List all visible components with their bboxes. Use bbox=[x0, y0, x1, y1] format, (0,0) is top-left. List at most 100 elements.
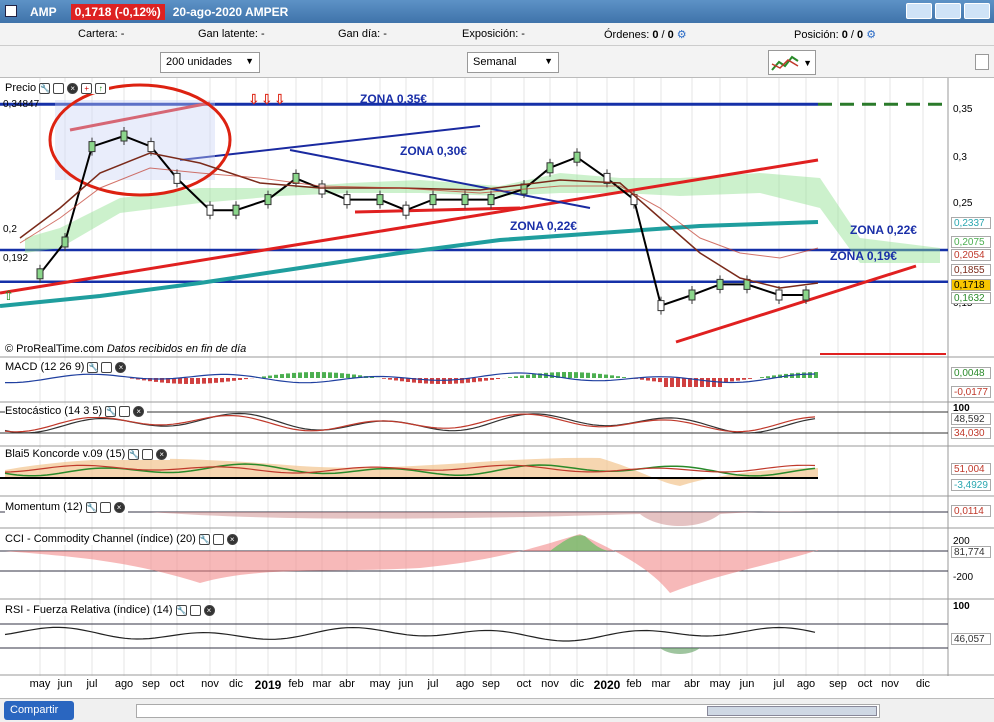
momentum-area bbox=[150, 511, 818, 526]
macd-bar bbox=[388, 378, 392, 380]
macd-bar bbox=[766, 376, 770, 378]
macd-bar bbox=[484, 378, 488, 381]
share-button[interactable]: Compartir bbox=[4, 701, 74, 720]
macd-bar bbox=[382, 378, 386, 379]
macd-bar bbox=[472, 378, 476, 383]
macd-bar bbox=[610, 375, 614, 378]
wrench-icon[interactable]: 🔧 bbox=[85, 501, 97, 513]
window-icon[interactable] bbox=[142, 448, 154, 460]
maximize-button[interactable] bbox=[935, 3, 961, 19]
close-icon[interactable]: × bbox=[203, 604, 215, 616]
wrench-icon[interactable]: 🔧 bbox=[198, 533, 210, 545]
minimize-button[interactable] bbox=[906, 3, 932, 19]
scrollbar[interactable] bbox=[136, 704, 880, 718]
candle-body bbox=[573, 151, 581, 163]
window-icon[interactable] bbox=[99, 501, 111, 513]
stoch-tag: 48,592 bbox=[951, 413, 991, 425]
rsi-line bbox=[4, 626, 816, 642]
candle-body bbox=[232, 204, 240, 216]
close-icon[interactable]: × bbox=[115, 361, 127, 373]
macd-bar bbox=[214, 378, 218, 383]
close-icon[interactable]: × bbox=[113, 501, 125, 513]
macd-bar bbox=[808, 372, 812, 378]
time-axis-label: nov bbox=[881, 678, 899, 690]
ordenes-b: 0 bbox=[667, 28, 674, 41]
time-axis-label: may bbox=[29, 678, 51, 690]
candle-body bbox=[688, 289, 696, 301]
macd-bar bbox=[604, 374, 608, 378]
stoch-label: Estocástico (14 3 5) bbox=[5, 405, 103, 417]
time-axis-label: mar bbox=[312, 678, 332, 690]
macd-bar bbox=[220, 378, 224, 383]
window-icon[interactable] bbox=[101, 361, 113, 373]
wrench-icon[interactable]: 🔧 bbox=[39, 82, 51, 94]
wrench-icon[interactable]: 🔧 bbox=[105, 405, 117, 417]
rising-trendline bbox=[675, 264, 917, 344]
close-icon[interactable]: × bbox=[156, 448, 168, 460]
time-axis-label: jun bbox=[739, 678, 755, 690]
macd-bar bbox=[592, 373, 596, 378]
sidebar-toggle[interactable] bbox=[975, 54, 989, 70]
window-icon[interactable] bbox=[212, 533, 224, 545]
macd-bar bbox=[586, 372, 590, 378]
macd-bar bbox=[550, 372, 554, 378]
time-axis-label: sep bbox=[482, 678, 500, 690]
koncorde-panel-label: Blai5 Koncorde v.09 (15) 🔧 × bbox=[5, 448, 171, 460]
time-axis-label: feb bbox=[626, 678, 642, 690]
left-value-1: 0,2 bbox=[3, 224, 17, 235]
wrench-icon[interactable]: 🔧 bbox=[87, 361, 99, 373]
close-icon[interactable]: × bbox=[133, 405, 145, 417]
share-button-label: Compartir bbox=[10, 704, 59, 716]
gear-icon[interactable]: ⚙ bbox=[677, 29, 687, 41]
zone-035: ZONA 0,35€ bbox=[360, 92, 427, 106]
down-arrow-icon: ⇩ bbox=[261, 92, 273, 108]
time-axis-label: jul bbox=[427, 678, 439, 690]
close-icon[interactable]: × bbox=[67, 82, 79, 94]
arrow-up-icon[interactable]: + bbox=[81, 82, 93, 94]
macd-bar bbox=[616, 376, 620, 378]
zone-022-right: ZONA 0,22€ bbox=[850, 223, 917, 237]
indicators-button[interactable]: ▼ bbox=[768, 50, 816, 75]
time-axis-label: dic bbox=[569, 678, 585, 690]
window-icon[interactable] bbox=[119, 405, 131, 417]
wrench-icon[interactable]: 🔧 bbox=[128, 448, 140, 460]
arrow-down-icon[interactable]: ↑ bbox=[95, 82, 107, 94]
wrench-icon[interactable]: 🔧 bbox=[175, 604, 187, 616]
price-panel-label: Precio 🔧 × + ↑ bbox=[5, 82, 110, 94]
time-axis-label: abr bbox=[684, 678, 700, 690]
rsi-tag: 46,057 bbox=[951, 633, 991, 645]
window-icon[interactable] bbox=[53, 82, 65, 94]
units-select[interactable]: 200 unidades ▼ bbox=[160, 52, 260, 73]
macd-label: MACD (12 26 9) bbox=[5, 361, 85, 373]
title-bar: AMP 0,1718 (-0,12%) 20-ago-2020 AMPER bbox=[0, 0, 994, 23]
macd-bar bbox=[622, 377, 626, 378]
ordenes-a: 0 bbox=[652, 28, 659, 41]
rsi-tick: 100 bbox=[953, 601, 970, 612]
close-button[interactable] bbox=[964, 3, 990, 19]
chevron-down-icon: ▼ bbox=[245, 56, 254, 66]
time-axis-label: oct bbox=[516, 678, 532, 690]
price-tick: 0,35 bbox=[953, 104, 973, 115]
momentum-panel-label: Momentum (12) 🔧 × bbox=[5, 501, 128, 513]
period-select[interactable]: Semanal ▼ bbox=[467, 52, 559, 73]
candle-body bbox=[461, 194, 469, 206]
macd-bar bbox=[292, 372, 296, 378]
macd-bar bbox=[310, 372, 314, 378]
macd-bar bbox=[340, 373, 344, 378]
left-value-2: 0,192 bbox=[3, 253, 29, 264]
close-icon[interactable]: × bbox=[226, 533, 238, 545]
macd-bar bbox=[322, 372, 326, 378]
gear-icon[interactable]: ⚙ bbox=[866, 29, 876, 41]
exposicion: Exposición: - bbox=[462, 28, 525, 40]
units-select-value: 200 unidades bbox=[166, 56, 233, 68]
time-axis-label: jul bbox=[86, 678, 98, 690]
macd-bar bbox=[238, 378, 242, 380]
macd-tag: -0,0177 bbox=[951, 386, 991, 398]
zoom-controls[interactable] bbox=[888, 702, 988, 719]
candle-body bbox=[36, 268, 44, 280]
drawing-tools[interactable] bbox=[82, 702, 130, 719]
macd-bar bbox=[274, 374, 278, 378]
window-icon[interactable] bbox=[189, 604, 201, 616]
macd-bar bbox=[736, 378, 740, 381]
scrollbar-thumb[interactable] bbox=[707, 706, 877, 716]
